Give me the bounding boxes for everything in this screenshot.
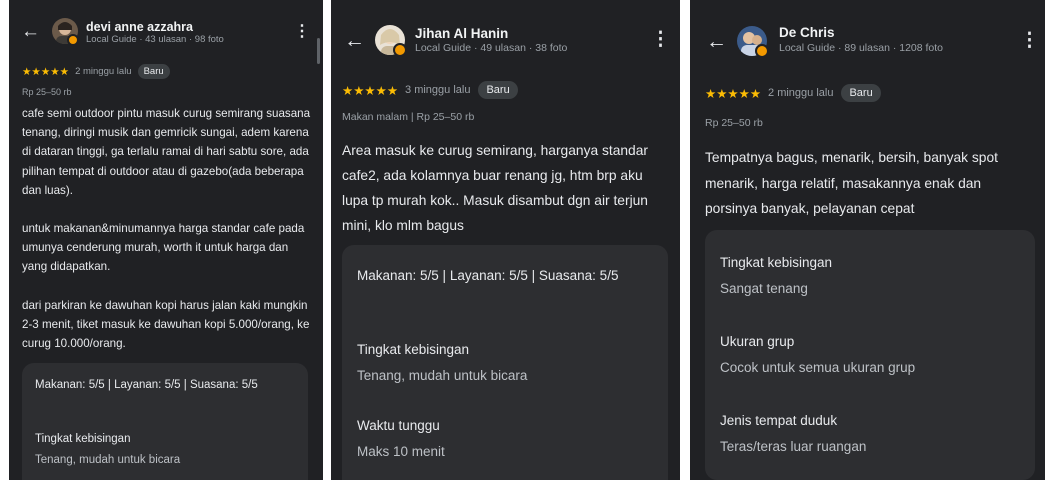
review-text: Area masuk ke curug semirang, harganya s…	[342, 138, 672, 238]
new-badge: Baru	[137, 64, 170, 79]
reviewer-name[interactable]: De Chris	[779, 25, 835, 40]
review-attributes-card: Tingkat kebisingan Sangat tenang Ukuran …	[705, 230, 1035, 480]
review-panel-dechris: ← De Chris Local Guide · 89 ulasan · 120…	[690, 0, 1045, 480]
reviewer-name[interactable]: devi anne azzahra	[86, 20, 193, 34]
reviewer-meta: Local Guide · 43 ulasan · 98 foto	[86, 34, 224, 45]
attribute-value: Tenang, mudah untuk bicara	[35, 454, 181, 466]
review-time: 3 minggu lalu	[405, 84, 471, 96]
star-rating: ★★★★★	[705, 86, 762, 101]
review-paragraph: dari parkiran ke dawuhan kopi harus jala…	[22, 298, 310, 351]
attribute-label: Tingkat kebisingan	[720, 255, 833, 270]
reviewer-meta: Local Guide · 49 ulasan · 38 foto	[415, 42, 568, 54]
rating-row: ★★★★★ 3 minggu lalu Baru	[342, 81, 518, 99]
aspect-ratings: Makanan: 5/5 | Layanan: 5/5 | Suasana: 5…	[35, 379, 258, 391]
review-time: 2 minggu lalu	[768, 87, 834, 99]
review-attributes-card: Makanan: 5/5 | Layanan: 5/5 | Suasana: 5…	[342, 245, 668, 480]
attribute-value: Cocok untuk semua ukuran grup	[720, 360, 916, 375]
attribute-value: Tenang, mudah untuk bicara	[357, 368, 528, 383]
attribute-value: Teras/teras luar ruangan	[720, 439, 867, 454]
review-time: 2 minggu lalu	[75, 66, 132, 77]
rating-row: ★★★★★ 2 minggu lalu Baru	[705, 84, 881, 102]
more-options-icon[interactable]: ⋮	[1020, 31, 1039, 50]
reviewer-name[interactable]: Jihan Al Hanin	[415, 26, 508, 41]
back-arrow-icon[interactable]: ←	[706, 31, 727, 52]
review-text: Tempatnya bagus, menarik, bersih, banyak…	[705, 145, 1035, 222]
review-paragraph: Area masuk ke curug semirang, harganya s…	[342, 143, 648, 233]
attribute-label: Tingkat kebisingan	[357, 342, 470, 357]
star-rating: ★★★★★	[342, 83, 399, 98]
attribute-label: Tingkat kebisingan	[35, 433, 131, 445]
attribute-label: Ukuran grup	[720, 334, 795, 349]
review-paragraph: untuk makanan&minumannya harga standar c…	[22, 222, 305, 274]
review-panel-jihan: ← Jihan Al Hanin Local Guide · 49 ulasan…	[331, 0, 680, 480]
scrollbar[interactable]	[317, 38, 320, 64]
aspect-ratings: Makanan: 5/5 | Layanan: 5/5 | Suasana: 5…	[357, 268, 619, 283]
review-paragraph: Tempatnya bagus, menarik, bersih, banyak…	[705, 150, 998, 216]
review-text: cafe semi outdoor pintu masuk curug semi…	[22, 104, 312, 353]
attribute-value: Maks 10 menit	[357, 444, 445, 459]
new-badge: Baru	[478, 81, 518, 99]
back-arrow-icon[interactable]: ←	[21, 22, 40, 41]
review-attributes-card: Makanan: 5/5 | Layanan: 5/5 | Suasana: 5…	[22, 363, 308, 480]
attribute-value: Sangat tenang	[720, 281, 808, 296]
reviewer-meta: Local Guide · 89 ulasan · 1208 foto	[779, 42, 944, 54]
local-guide-badge-icon	[755, 44, 769, 58]
price-range: Makan malam | Rp 25–50 rb	[342, 111, 475, 123]
local-guide-badge-icon	[393, 43, 407, 57]
review-panel-devi: ← devi anne azzahra Local Guide · 43 ula…	[9, 0, 323, 480]
star-rating: ★★★★★	[22, 65, 70, 78]
price-range: Rp 25–50 rb	[22, 87, 72, 97]
price-range: Rp 25–50 rb	[705, 117, 763, 129]
rating-row: ★★★★★ 2 minggu lalu Baru	[22, 64, 170, 79]
more-options-icon[interactable]: ⋮	[294, 24, 310, 40]
attribute-label: Waktu tunggu	[357, 418, 440, 433]
back-arrow-icon[interactable]: ←	[344, 30, 365, 51]
more-options-icon[interactable]: ⋮	[651, 30, 670, 49]
new-badge: Baru	[841, 84, 881, 102]
local-guide-badge-icon	[67, 34, 79, 46]
attribute-label: Jenis tempat duduk	[720, 413, 838, 428]
review-paragraph: cafe semi outdoor pintu masuk curug semi…	[22, 107, 311, 197]
